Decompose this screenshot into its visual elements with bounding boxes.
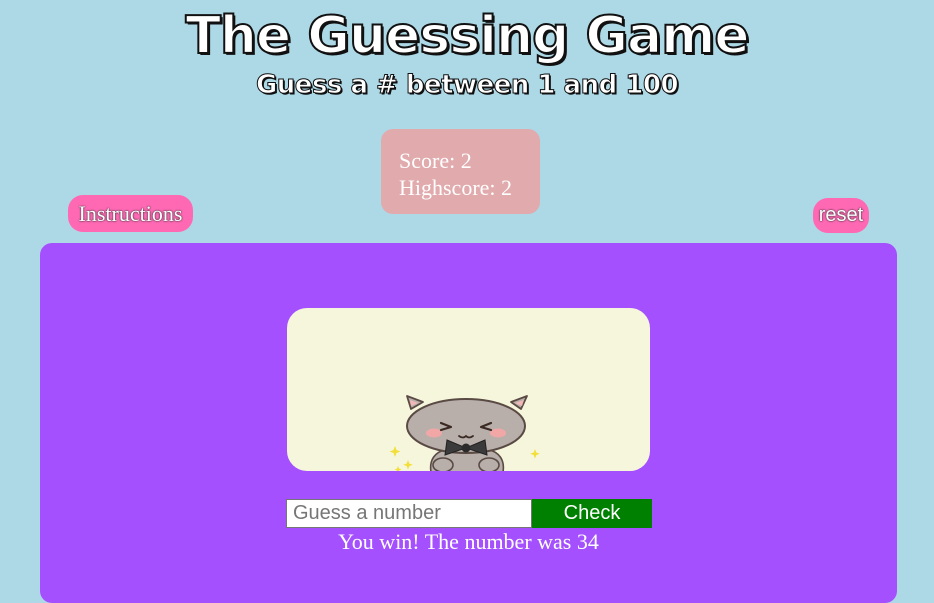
check-button[interactable]: Check [532,499,652,528]
result-message: You win! The number was 34 [338,529,599,554]
instructions-button[interactable]: Instructions [68,195,193,232]
cute-cat-with-bowtie-icon [389,395,540,471]
image-card [287,308,650,471]
score-box: Score: 2 Highscore: 2 [381,129,540,214]
page-title: The Guessing Game [184,5,750,67]
page-subtitle: Guess a # between 1 and 100 [255,70,679,101]
highscore-text: Highscore: 2 [399,175,513,200]
guess-input[interactable] [286,499,532,528]
score-text: Score: 2 [399,148,472,173]
reset-button[interactable]: reset [813,198,869,233]
